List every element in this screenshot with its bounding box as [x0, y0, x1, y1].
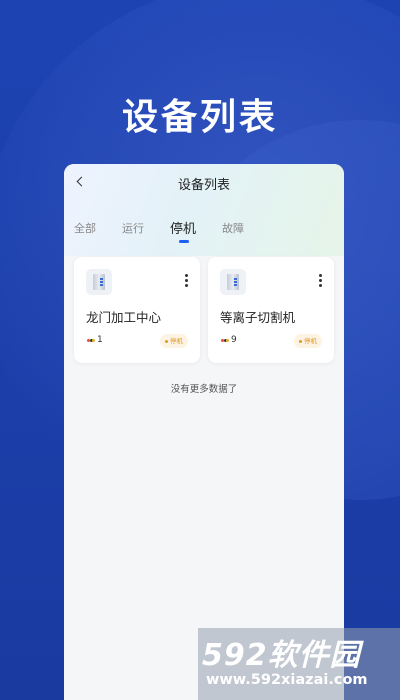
page-header: 设备列表 全部 运行 停机 故障 — [64, 164, 344, 256]
device-count: 9 — [231, 335, 237, 345]
page-title: 设备列表 — [177, 178, 230, 193]
tab-running[interactable]: 运行 — [122, 220, 144, 236]
status-badge: 停机 — [160, 334, 188, 348]
status-tabs: 全部 运行 停机 故障 — [64, 220, 344, 250]
machine-icon — [220, 269, 246, 295]
device-card[interactable]: 等离子切割机 9 停机 — [208, 257, 334, 363]
status-badge: 停机 — [294, 334, 322, 348]
tab-fault[interactable]: 故障 — [222, 220, 244, 236]
count-icon — [87, 339, 95, 343]
hero-title: 设备列表 — [121, 97, 278, 138]
watermark-url: www.592xiazai.com — [206, 672, 368, 688]
tab-all[interactable]: 全部 — [74, 220, 96, 236]
tab-stopped[interactable]: 停机 — [170, 218, 196, 237]
device-name: 龙门加工中心 — [86, 310, 162, 325]
count-icon — [221, 339, 229, 343]
phone-screen: 设备列表 全部 运行 停机 故障 龙门加工中心 1 停机 等离子切割机 9 停机… — [64, 164, 344, 700]
machine-icon — [86, 269, 112, 295]
watermark-logo: 592软件园 — [202, 638, 361, 673]
device-name: 等离子切割机 — [220, 310, 296, 325]
watermark: 592软件园 www.592xiazai.com — [198, 628, 400, 700]
device-card[interactable]: 龙门加工中心 1 停机 — [74, 257, 200, 363]
device-count: 1 — [97, 335, 103, 345]
no-more-data-text: 没有更多数据了 — [170, 384, 238, 395]
more-vertical-icon[interactable] — [319, 274, 322, 287]
more-vertical-icon[interactable] — [185, 274, 188, 287]
tab-active-indicator — [179, 240, 189, 243]
device-grid: 龙门加工中心 1 停机 等离子切割机 9 停机 — [74, 257, 334, 367]
